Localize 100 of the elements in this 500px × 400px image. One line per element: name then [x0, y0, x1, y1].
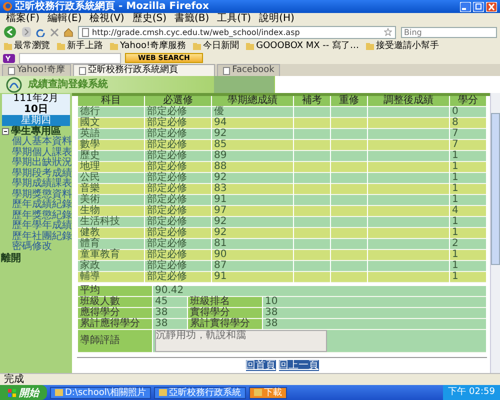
browser-tab[interactable]: Yahoo!奇摩	[2, 64, 72, 76]
summary-value: 10	[263, 297, 486, 308]
table-cell: 1	[450, 217, 486, 228]
sidebar-link[interactable]: 密碼修改	[0, 242, 72, 252]
sidebar-link[interactable]: 歷年獎懲紀錄	[0, 210, 72, 221]
table-cell	[331, 261, 367, 272]
close-icon[interactable]	[486, 2, 497, 12]
table-cell: 81	[212, 239, 293, 250]
table-cell: 85	[212, 140, 293, 151]
summary-label: 班級人數	[78, 297, 152, 308]
table-cell: 1	[450, 261, 486, 272]
address-field[interactable]: http://grade.cmsh.cyc.edu.tw/web_school/index.asp	[78, 26, 396, 38]
table-cell: 87	[212, 261, 293, 272]
sidebar-link[interactable]: 學期段考成績	[0, 168, 72, 179]
table-cell: 部定必修	[145, 107, 211, 118]
exit-link[interactable]: 離開	[0, 252, 72, 264]
table-cell	[294, 151, 330, 162]
back-icon[interactable]	[3, 26, 17, 38]
taskbar-button[interactable]: D:\school\相關照片	[50, 386, 151, 398]
table-cell	[294, 228, 330, 239]
reload-icon[interactable]	[36, 28, 45, 36]
folder-icon	[110, 42, 118, 50]
menu-item[interactable]: 檔案(F)	[6, 13, 40, 24]
star-icon[interactable]	[384, 28, 392, 36]
table-cell: 部定必修	[145, 228, 211, 239]
bookmark[interactable]: 新手上路	[57, 40, 103, 52]
folder-icon	[193, 42, 202, 50]
table-cell: 部定必修	[145, 206, 211, 217]
menu-item[interactable]: 書籤(B)	[174, 13, 210, 24]
menu-item[interactable]: 工具(T)	[217, 13, 252, 24]
table-cell	[331, 228, 367, 239]
sidebar-link[interactable]: 學期出缺狀況	[0, 158, 72, 168]
summary-label: 應得學分	[78, 308, 152, 319]
table-cell	[294, 140, 330, 151]
sidebar-link[interactable]: 歷年學年成績	[0, 221, 72, 232]
windows-logo-icon	[8, 388, 16, 396]
browser-tab[interactable]: 亞昕校務行政系統網頁	[73, 64, 216, 76]
firefox-icon	[3, 2, 12, 11]
table-cell	[331, 272, 367, 283]
table-cell: 部定必修	[145, 118, 211, 129]
table-cell: 1	[450, 195, 486, 206]
table-cell: 國文	[78, 118, 144, 129]
menu-item[interactable]: 檢視(V)	[90, 13, 124, 24]
search-field[interactable]: Bing	[401, 26, 497, 38]
nav-link[interactable]: 回首頁	[246, 360, 276, 371]
table-cell	[331, 173, 367, 184]
nav-link[interactable]: 回上一頁	[278, 360, 318, 371]
table-cell: 1	[450, 151, 486, 162]
collapse-icon[interactable]	[2, 128, 9, 135]
table-cell: 90	[212, 250, 293, 261]
page-icon	[79, 66, 86, 74]
comment-field[interactable]: 沉靜用功，軌說和靄	[155, 330, 327, 352]
home-icon[interactable]	[64, 28, 73, 36]
table-cell: 公民	[78, 173, 144, 184]
summary-value: 38	[263, 319, 486, 330]
restore-icon[interactable]	[473, 2, 484, 12]
sidebar-link[interactable]: 學期個人課表	[0, 148, 72, 158]
menu-item[interactable]: 歷史(S)	[132, 13, 166, 24]
minimize-icon[interactable]	[460, 2, 471, 12]
table-cell: 部定必修	[145, 261, 211, 272]
table-cell	[294, 261, 330, 272]
bookmark[interactable]: 接受邀請小幫手	[366, 40, 440, 52]
table-cell: 部定必修	[145, 250, 211, 261]
stop-icon[interactable]	[50, 28, 59, 36]
table-cell: 7	[450, 140, 486, 151]
table-cell	[331, 206, 367, 217]
bookmark[interactable]: 最常瀏覽	[4, 40, 50, 52]
table-cell: 優	[212, 107, 293, 118]
tree-section-label[interactable]: 學生專用區	[11, 126, 61, 137]
table-cell	[331, 129, 367, 140]
table-cell	[331, 151, 367, 162]
menu-item[interactable]: 說明(H)	[259, 13, 294, 24]
table-cell: 88	[212, 162, 293, 173]
bookmark[interactable]: Yahoo!奇摩服務	[110, 40, 186, 52]
browser-tab[interactable]: Facebook	[217, 64, 280, 76]
date-day: 10日	[2, 104, 70, 115]
table-cell: 92	[212, 228, 293, 239]
table-cell: 部定必修	[145, 173, 211, 184]
sidebar-link[interactable]: 學期成績課表	[0, 179, 72, 190]
table-cell: 地理	[78, 162, 144, 173]
photo-placeholder	[214, 76, 274, 93]
search-field[interactable]	[19, 52, 121, 64]
sidebar-link[interactable]: 歷年成績紀錄	[0, 200, 72, 210]
forward-icon[interactable]	[22, 27, 31, 37]
bookmark[interactable]: GOOOBOX MX -- 寫了…	[246, 40, 360, 52]
taskbar-button[interactable]: 亞昕校務行政系統	[154, 386, 246, 398]
table-cell	[294, 184, 330, 195]
status-text: 完成	[4, 374, 24, 385]
table-cell	[294, 118, 330, 129]
date-month: 111年2月	[12, 94, 60, 104]
table-cell: 美術	[78, 195, 144, 206]
summary-label: 實得學分	[188, 308, 262, 319]
menu-item[interactable]: 編輯(E)	[48, 13, 82, 24]
bookmark[interactable]: 今日新聞	[193, 40, 240, 52]
sidebar-link[interactable]: 歷年社團紀錄	[0, 232, 72, 242]
sidebar-link[interactable]: 個人基本資料	[0, 137, 72, 148]
table-cell: 部定必修	[145, 129, 211, 140]
scrollbar[interactable]	[490, 93, 500, 373]
sidebar-link[interactable]: 學期獎懲資料	[0, 190, 72, 200]
scrollbar-thumb[interactable]	[491, 113, 500, 265]
